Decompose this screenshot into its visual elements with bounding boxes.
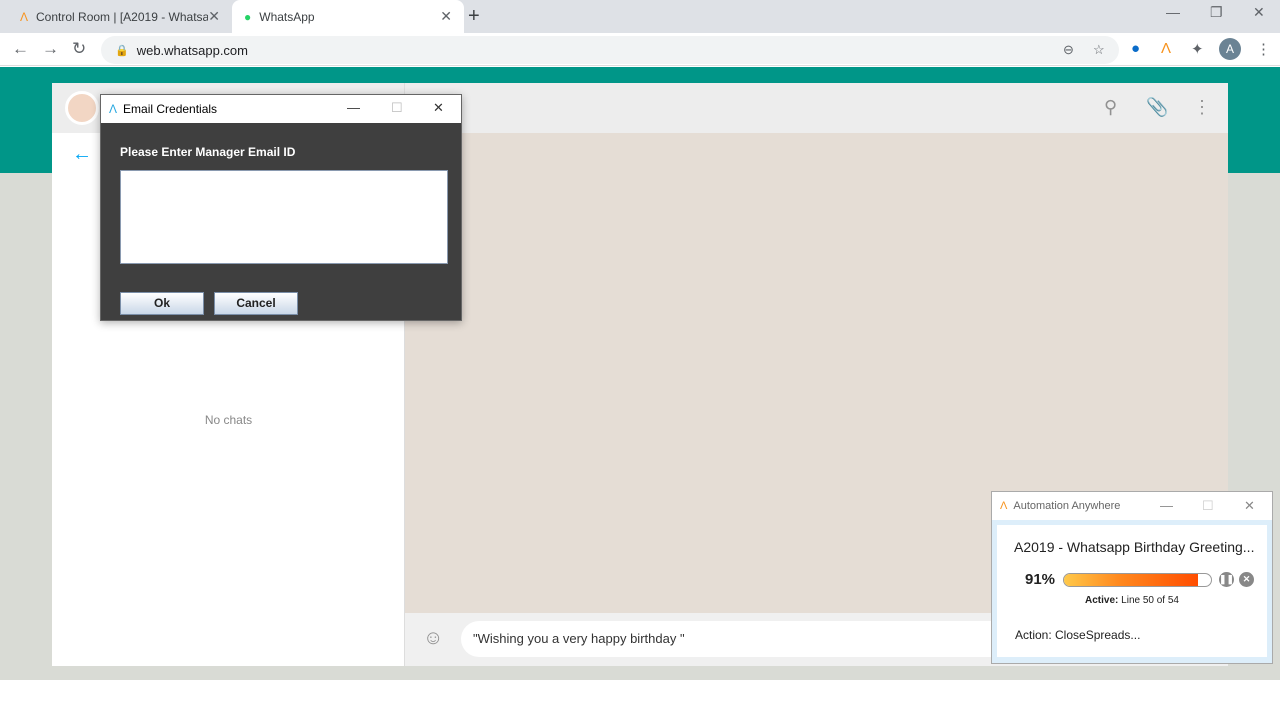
close-tab-icon[interactable]: ✕ (208, 8, 220, 25)
address-bar-row: ← → ↻ 🔒 web.whatsapp.com ⊖ ☆ ● Λ ✦ A ⋮ (0, 33, 1280, 66)
no-chats-text: No chats (204, 413, 253, 427)
ok-button[interactable]: Ok (120, 292, 204, 315)
manager-email-input[interactable] (120, 170, 448, 264)
back-icon[interactable]: ← (12, 39, 29, 59)
menu-icon[interactable]: ⋮ (1193, 97, 1211, 118)
zoom-icon[interactable]: ⊖ (1063, 42, 1074, 58)
dialog-titlebar: Λ Email Credentials — ☐ ✕ (101, 95, 461, 123)
star-icon[interactable]: ☆ (1093, 42, 1105, 58)
progress-bar (1063, 573, 1212, 587)
emoji-icon[interactable]: ☺ (423, 627, 443, 650)
automation-anywhere-icon: Λ (20, 9, 29, 24)
automation-anywhere-progress-window: Λ Automation Anywhere — ☐ ✕ A2019 - What… (991, 491, 1273, 664)
aa-titlebar: Λ Automation Anywhere — ☐ ✕ (992, 492, 1272, 520)
extension-icon[interactable]: ● (1131, 40, 1140, 57)
back-arrow-icon[interactable]: ← (72, 143, 92, 166)
lock-icon: 🔒 (115, 44, 129, 57)
automation-anywhere-extension-icon[interactable]: Λ (1161, 40, 1171, 57)
automation-anywhere-icon: Λ (109, 102, 118, 116)
progress-fill (1064, 574, 1198, 586)
maximize-icon: ☐ (391, 100, 403, 115)
close-window-icon[interactable]: ✕ (1253, 4, 1265, 21)
close-icon[interactable]: ✕ (433, 100, 444, 116)
active-line: Active: Line 50 of 54 (1085, 595, 1179, 606)
new-tab-button[interactable]: + (468, 5, 480, 28)
minimize-icon[interactable]: — (347, 100, 360, 115)
progress-percent: 91% (1025, 571, 1056, 588)
prompt-label: Please Enter Manager Email ID (120, 145, 296, 159)
message-input[interactable]: "Wishing you a very happy birthday " (461, 621, 1021, 657)
reload-icon[interactable]: ↻ (72, 39, 86, 59)
bot-name: A2019 - Whatsapp Birthday Greeting... (1014, 539, 1255, 555)
current-action: Action: CloseSpreads... (1015, 628, 1141, 642)
close-icon[interactable]: ✕ (1244, 498, 1255, 514)
tab-whatsapp[interactable]: ● WhatsApp ✕ (232, 0, 464, 33)
forward-icon[interactable]: → (42, 39, 59, 59)
tab-bar: Λ Control Room | [A2019 - Whatsapp Birth… (0, 0, 1280, 33)
minimize-icon[interactable]: — (1160, 498, 1173, 513)
url-input[interactable]: 🔒 web.whatsapp.com ⊖ ☆ (101, 36, 1119, 64)
pause-button[interactable]: ❚❚ (1219, 572, 1234, 587)
stop-button[interactable]: ✕ (1239, 572, 1254, 587)
maximize-icon: ☐ (1202, 498, 1214, 513)
puzzle-icon[interactable]: ✦ (1191, 40, 1204, 58)
cancel-button[interactable]: Cancel (214, 292, 298, 315)
conversation-header: ⚲ 📎 ⋮ (405, 83, 1228, 133)
profile-picture[interactable] (65, 91, 99, 125)
minimize-icon[interactable]: — (1166, 4, 1180, 20)
restore-icon[interactable]: ❐ (1210, 4, 1223, 21)
profile-avatar[interactable]: A (1219, 38, 1241, 60)
email-credentials-dialog: Λ Email Credentials — ☐ ✕ Please Enter M… (100, 94, 462, 321)
tab-control-room[interactable]: Λ Control Room | [A2019 - Whatsapp Birth… (8, 0, 232, 33)
aa-body: A2019 - Whatsapp Birthday Greeting... 91… (997, 525, 1267, 657)
menu-icon[interactable]: ⋮ (1256, 40, 1271, 58)
search-icon[interactable]: ⚲ (1104, 97, 1117, 118)
attach-icon[interactable]: 📎 (1146, 97, 1168, 118)
whatsapp-icon: ● (244, 9, 252, 24)
close-tab-icon[interactable]: ✕ (440, 8, 452, 25)
automation-anywhere-icon: Λ (1000, 500, 1008, 512)
